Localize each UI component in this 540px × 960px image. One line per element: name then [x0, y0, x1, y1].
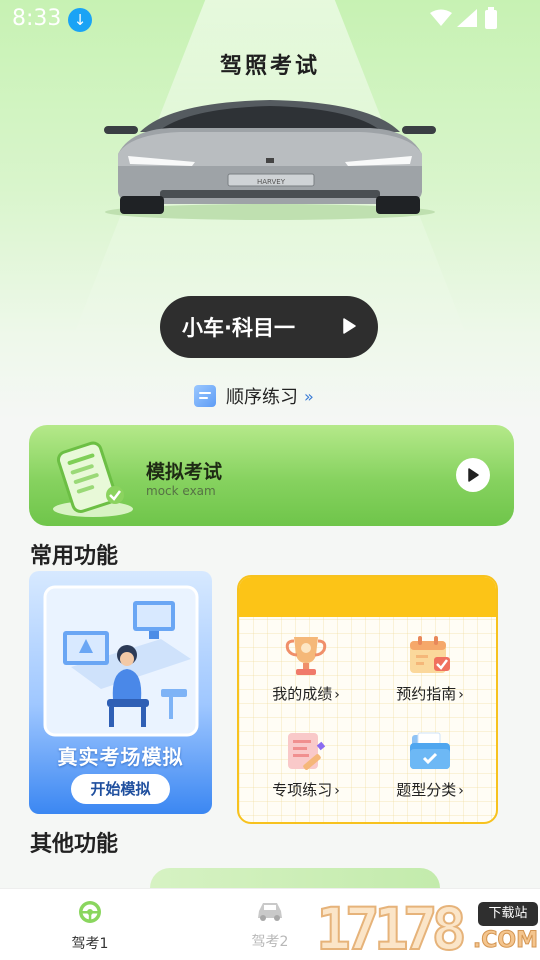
sequence-practice-link[interactable]: 顺序练习 » [194, 383, 314, 409]
computer-study-illustration [43, 585, 199, 737]
grid-label-booking-guide: 预约指南 [396, 685, 457, 703]
car-plate-text: HARVEY [257, 178, 286, 186]
subject-select-button[interactable]: 小车·科目一 [160, 296, 378, 358]
real-exam-simulation-card[interactable]: 真实考场模拟 开始模拟 [29, 571, 212, 814]
grid-item-booking-guide[interactable]: 预约指南 › [371, 633, 489, 704]
car-icon [258, 903, 282, 921]
grid-item-special-practice[interactable]: 专项练习 › [247, 729, 365, 800]
chevron-right-icon: › [458, 783, 464, 799]
chevron-right-icon: › [334, 783, 340, 799]
grid-card-header [239, 577, 496, 617]
tab-label-drive-exam-2: 驾考2 [251, 934, 289, 950]
start-simulation-button[interactable]: 开始模拟 [71, 774, 170, 804]
tab-label-drive-exam-1: 驾考1 [71, 936, 109, 952]
phone-checklist-icon [53, 441, 133, 517]
tab-drive-exam-2[interactable]: 驾考2 [225, 899, 315, 951]
chevron-right-icon: › [458, 687, 464, 703]
common-functions-title: 常用功能 [30, 544, 119, 569]
mock-exam-play-button[interactable] [456, 458, 490, 492]
site-watermark: 17178 下载站 .COM [315, 895, 540, 960]
status-bar: 8:33 ↓ [0, 0, 540, 38]
play-icon [468, 468, 479, 482]
function-grid-card: 我的成绩 › 预约指南 › 专项练习 › 题型分类 › [237, 575, 498, 824]
car-image: HARVEY [104, 100, 436, 220]
watermark-digits: 17178 [315, 895, 468, 960]
status-time: 8:33 [12, 6, 62, 31]
mock-exam-title: 模拟考试 [146, 461, 223, 483]
signal-icon [457, 9, 477, 27]
play-icon [343, 318, 356, 334]
download-icon: ↓ [68, 8, 92, 32]
trophy-icon [285, 637, 327, 675]
other-functions-title: 其他功能 [30, 832, 119, 857]
grid-item-my-scores[interactable]: 我的成绩 › [247, 633, 365, 704]
mock-exam-subtitle: mock exam [146, 484, 216, 498]
page-title: 驾照考试 [219, 54, 320, 79]
calendar-icon [410, 636, 450, 673]
real-exam-title: 真实考场模拟 [57, 745, 184, 769]
mock-exam-card[interactable]: 模拟考试 mock exam [29, 425, 514, 526]
chevron-right-icon: › [334, 687, 340, 703]
subject-label: 小车·科目一 [182, 316, 295, 340]
notes-icon [288, 733, 326, 770]
steering-wheel-icon [79, 901, 101, 923]
watermark-suffix: .COM [472, 928, 538, 954]
grid-label-special-practice: 专项练习 [272, 781, 333, 799]
chevron-right-icon: » [304, 386, 314, 406]
tab-drive-exam-1[interactable]: 驾考1 [45, 899, 135, 953]
battery-icon [485, 7, 497, 29]
grid-label-my-scores: 我的成绩 [272, 685, 333, 703]
grid-label-question-types: 题型分类 [396, 781, 457, 799]
document-icon [194, 385, 216, 407]
folder-icon [410, 732, 450, 769]
grid-item-question-types[interactable]: 题型分类 › [371, 729, 489, 800]
wifi-icon [430, 9, 452, 26]
watermark-tag: 下载站 [478, 902, 538, 926]
sequence-practice-label: 顺序练习 [226, 387, 298, 408]
